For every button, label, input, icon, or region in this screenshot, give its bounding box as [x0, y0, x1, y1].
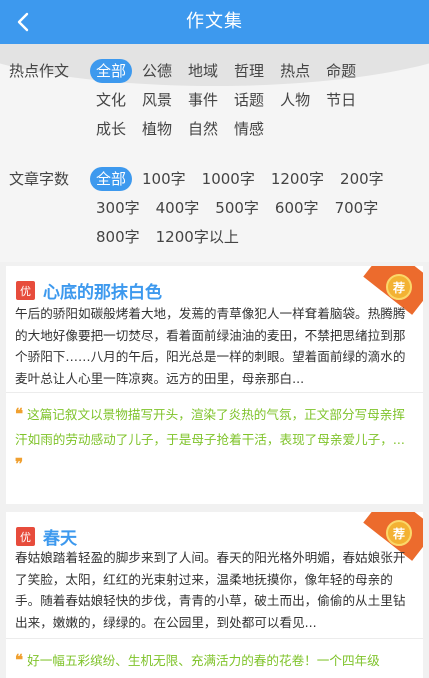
filter-option[interactable]: 命题 — [320, 59, 362, 83]
filter-option[interactable]: 成长 — [90, 117, 132, 141]
article-excerpt: 午后的骄阳如碳般烤着大地，发蔫的青草像犯人一样耷着脑袋。热腾腾的大地好像要把一切… — [15, 306, 406, 386]
recommend-medal-icon: 荐 — [386, 520, 412, 546]
filter-option[interactable]: 公德 — [136, 59, 178, 83]
word-count-label: 文章字数 — [9, 170, 70, 188]
article-title[interactable]: 心底的那抹白色 — [43, 278, 162, 303]
filter-option[interactable]: 600字 — [269, 196, 325, 220]
open-quote-icon: ❝ — [15, 405, 24, 423]
filter-option[interactable]: 1200字以上 — [150, 225, 245, 249]
app-header: 作文集 — [0, 0, 429, 44]
divider — [6, 392, 423, 393]
filter-option[interactable]: 全部 — [90, 59, 133, 83]
article-title[interactable]: 春天 — [43, 524, 77, 549]
article-comment: ❝ 好一幅五彩缤纷、生机无限、充满活力的春的花卷！一个四年级 — [15, 648, 409, 673]
open-quote-icon: ❝ — [15, 651, 24, 669]
filter-option[interactable]: 100字 — [136, 167, 192, 191]
filter-option[interactable]: 300字 — [90, 196, 146, 220]
filter-option[interactable]: 文化 — [90, 88, 132, 112]
filter-option[interactable]: 热点 — [274, 59, 316, 83]
filter-option[interactable]: 话题 — [228, 88, 270, 112]
filter-option[interactable]: 情感 — [228, 117, 270, 141]
article-comment: ❝ 这篇记叙文以景物描写开头，渲染了炎热的气氛，正文部分写母亲挥汗如雨的劳动感动… — [15, 402, 409, 477]
filter-option[interactable]: 事件 — [182, 88, 224, 112]
recommend-medal-icon: 荐 — [386, 274, 412, 300]
comment-text: 这篇记叙文以景物描写开头，渲染了炎热的气氛，正文部分写母亲挥汗如雨的劳动感动了儿… — [15, 407, 405, 447]
page-title: 作文集 — [186, 11, 243, 32]
comment-text: 好一幅五彩缤纷、生机无限、充满活力的春的花卷！一个四年级 — [27, 653, 380, 668]
filter-option[interactable]: 自然 — [182, 117, 224, 141]
filter-option[interactable]: 700字 — [329, 196, 385, 220]
filter-option[interactable]: 节日 — [320, 88, 362, 112]
excellent-badge: 优 — [16, 527, 35, 546]
filter-option[interactable]: 风景 — [136, 88, 178, 112]
filter-option[interactable]: 哲理 — [228, 59, 270, 83]
close-quote-icon: ❞ — [15, 455, 24, 473]
filter-option[interactable]: 人物 — [274, 88, 316, 112]
filter-option[interactable]: 200字 — [334, 167, 390, 191]
article-card[interactable]: 荐 优 心底的那抹白色 午后的骄阳如碳般烤着大地，发蔫的青草像犯人一样耷着脑袋。… — [6, 266, 423, 504]
divider — [6, 638, 423, 639]
article-excerpt: 春姑娘踏着轻盈的脚步来到了人间。春天的阳光格外明媚，春姑娘张开了笑脸，太阳，红红… — [15, 550, 406, 630]
filter-option[interactable]: 1000字 — [196, 167, 261, 191]
filter-option[interactable]: 地域 — [182, 59, 224, 83]
hot-topic-label: 热点作文 — [9, 62, 70, 80]
filter-option[interactable]: 800字 — [90, 225, 146, 249]
filter-option[interactable]: 1200字 — [265, 167, 330, 191]
filter-option[interactable]: 植物 — [136, 117, 178, 141]
excellent-badge: 优 — [16, 281, 35, 300]
article-card[interactable]: 荐 优 春天 春姑娘踏着轻盈的脚步来到了人间。春天的阳光格外明媚，春姑娘张开了笑… — [6, 512, 423, 678]
filter-option[interactable]: 全部 — [90, 167, 133, 191]
filter-option[interactable]: 400字 — [150, 196, 206, 220]
filter-panel: 热点作文 全部 公德 地域 哲理 热点 命题 文化 风景 事件 话题 人物 节日… — [0, 44, 429, 262]
filter-option[interactable]: 500字 — [209, 196, 265, 220]
